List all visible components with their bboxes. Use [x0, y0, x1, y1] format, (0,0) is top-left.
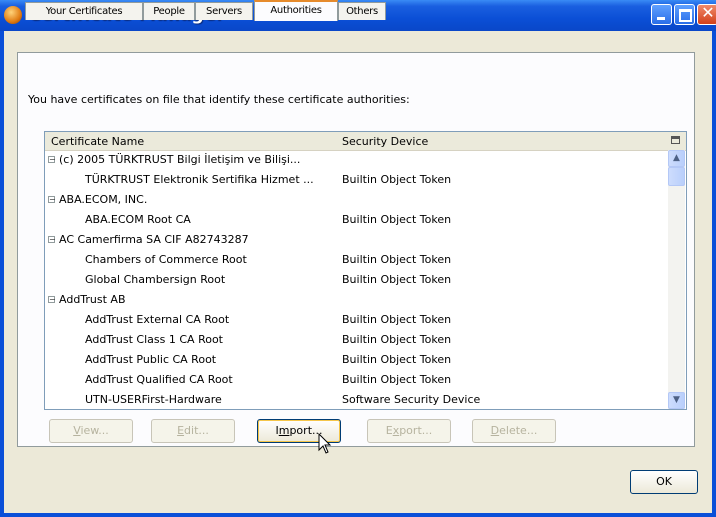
tree-row[interactable]: AddTrust Class 1 CA Root Builtin Object T… — [45, 330, 667, 350]
view-button[interactable]: View... — [49, 419, 133, 443]
certificate-manager-window: Certificate Manager ✕ Your Certificates … — [0, 0, 716, 517]
certificate-tree[interactable]: Certificate Name Security Device − (c) 20… — [44, 131, 687, 410]
view-label-rest: iew... — [80, 424, 109, 437]
security-device: Builtin Object Token — [342, 353, 452, 366]
certificate-name: AddTrust Qualified CA Root — [85, 373, 233, 386]
mouse-cursor-icon — [318, 433, 332, 454]
edit-button[interactable]: Edit... — [151, 419, 235, 443]
security-device: Builtin Object Token — [342, 333, 452, 346]
tree-row[interactable]: ABA.ECOM Root CA Builtin Object Token — [45, 210, 667, 230]
security-device: Software Security Device — [342, 393, 481, 406]
tree-group-row[interactable]: − (c) 2005 TÜRKTRUST Bilgi İletişim ve Bi… — [45, 150, 667, 170]
app-icon — [4, 6, 22, 24]
edit-label-rest: dit... — [184, 424, 209, 437]
tree-twisty-icon[interactable]: − — [48, 236, 56, 244]
certificate-name: (c) 2005 TÜRKTRUST Bilgi İletişim ve Bil… — [59, 153, 301, 166]
tree-twisty-icon[interactable]: − — [48, 196, 56, 204]
certificate-name: AddTrust AB — [59, 293, 126, 306]
tab-servers[interactable]: Servers — [195, 2, 253, 20]
certificate-name: AddTrust Public CA Root — [85, 353, 217, 366]
delete-label-rest: elete... — [499, 424, 538, 437]
scroll-down-icon[interactable]: ▼ — [668, 392, 685, 409]
export-label-rest: port... — [399, 424, 433, 437]
edit-label-key: E — [177, 424, 185, 437]
export-button[interactable]: Export... — [367, 419, 451, 443]
delete-button[interactable]: Delete... — [472, 419, 556, 443]
tree-group-row[interactable]: − ABA.ECOM, INC. — [45, 190, 667, 210]
certificate-name: ABA.ECOM Root CA — [85, 213, 191, 226]
certificate-name: TÜRKTRUST Elektronik Sertifika Hizmet ..… — [85, 173, 314, 186]
import-label-key: m — [278, 424, 290, 437]
tab-authorities[interactable]: Authorities — [254, 0, 338, 21]
scroll-thumb[interactable] — [668, 167, 685, 186]
column-header-certificate-name[interactable]: Certificate Name — [51, 135, 144, 148]
maximize-button[interactable] — [674, 4, 695, 25]
column-picker-icon[interactable] — [671, 136, 680, 144]
tree-row[interactable]: UTN-USERFirst-Hardware Software Security … — [45, 390, 667, 409]
column-header-security-device[interactable]: Security Device — [342, 135, 428, 148]
tree-row[interactable]: Chambers of Commerce Root Builtin Object … — [45, 250, 667, 270]
tree-row[interactable]: AddTrust External CA Root Builtin Object … — [45, 310, 667, 330]
tab-others[interactable]: Others — [338, 2, 386, 20]
certificate-name: Global Chambersign Root — [85, 273, 226, 286]
security-device: Builtin Object Token — [342, 313, 452, 326]
certificate-name: Chambers of Commerce Root — [85, 253, 247, 266]
tree-row[interactable]: AddTrust Qualified CA Root Builtin Object… — [45, 370, 667, 390]
vertical-scrollbar[interactable]: ▲ ▼ — [668, 150, 685, 409]
minimize-button[interactable] — [651, 4, 672, 25]
tree-group-row[interactable]: − AddTrust AB — [45, 290, 667, 310]
security-device: Builtin Object Token — [342, 213, 452, 226]
intro-text: You have certificates on file that ident… — [28, 93, 410, 106]
tree-group-row[interactable]: − AC Camerfirma SA CIF A82743287 — [45, 230, 667, 250]
scroll-up-icon[interactable]: ▲ — [668, 150, 685, 167]
security-device: Builtin Object Token — [342, 173, 452, 186]
security-device: Builtin Object Token — [342, 373, 452, 386]
tab-your-certificates[interactable]: Your Certificates — [25, 2, 143, 20]
ok-button[interactable]: OK — [630, 470, 698, 494]
security-device: Builtin Object Token — [342, 253, 452, 266]
export-label-prefix: E — [385, 424, 393, 437]
certificate-name: ABA.ECOM, INC. — [59, 193, 148, 206]
tree-twisty-icon[interactable]: − — [48, 156, 56, 164]
delete-label-key: D — [490, 424, 500, 437]
tree-row[interactable]: TÜRKTRUST Elektronik Sertifika Hizmet ..… — [45, 170, 667, 190]
security-device: Builtin Object Token — [342, 273, 452, 286]
tree-row[interactable]: AddTrust Public CA Root Builtin Object To… — [45, 350, 667, 370]
tree-twisty-icon[interactable]: − — [48, 296, 56, 304]
certificate-name: AC Camerfirma SA CIF A82743287 — [59, 233, 249, 246]
tree-header: Certificate Name Security Device — [45, 132, 686, 151]
certificate-name: AddTrust Class 1 CA Root — [85, 333, 223, 346]
tree-row[interactable]: Global Chambersign Root Builtin Object To… — [45, 270, 667, 290]
close-button[interactable]: ✕ — [697, 3, 716, 25]
certificate-name: UTN-USERFirst-Hardware — [85, 393, 222, 406]
tab-people[interactable]: People — [143, 2, 195, 20]
certificate-name: AddTrust External CA Root — [85, 313, 230, 326]
close-icon: ✕ — [701, 3, 715, 22]
